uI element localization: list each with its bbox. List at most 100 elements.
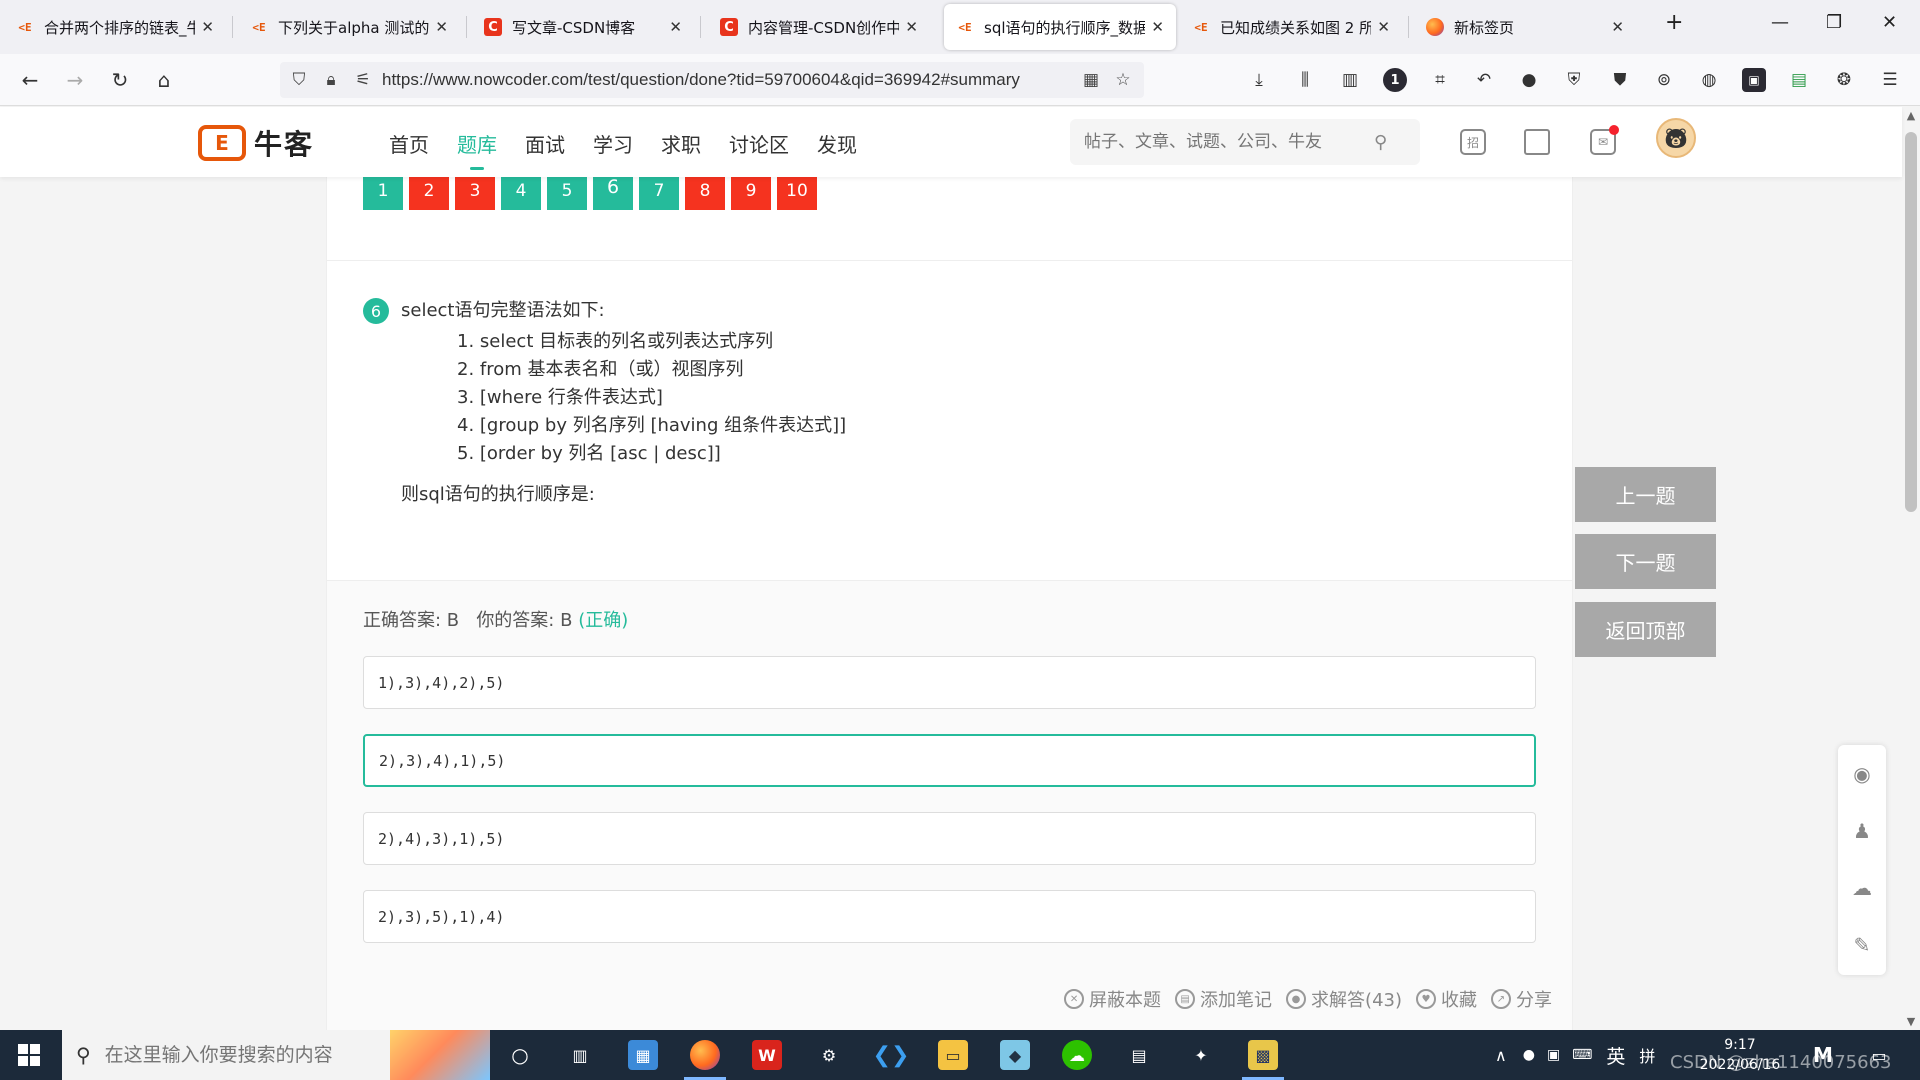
- crop-icon[interactable]: ⌗: [1428, 68, 1452, 92]
- nav-discuss[interactable]: 讨论区: [729, 129, 789, 158]
- settings-gear-icon[interactable]: ⚙: [814, 1040, 844, 1070]
- ask-answer-button[interactable]: ● 求解答(43): [1286, 986, 1402, 1012]
- vscode-icon[interactable]: ❮❯: [873, 1040, 910, 1070]
- address-bar[interactable]: ⛉ 🔒︎ ⚟ https://www.nowcoder.com/test/que…: [280, 62, 1144, 98]
- next-question-button[interactable]: 下一题: [1575, 534, 1716, 589]
- site-search[interactable]: ⚲: [1070, 119, 1420, 165]
- extension-icon[interactable]: ❂: [1832, 68, 1856, 92]
- question-number[interactable]: 2: [409, 172, 449, 210]
- nav-learn[interactable]: 学习: [593, 129, 633, 158]
- menu-icon[interactable]: ☰: [1878, 68, 1902, 92]
- extension-shield-icon[interactable]: ⛊: [1608, 68, 1632, 92]
- lock-icon[interactable]: 🔒︎: [318, 70, 344, 90]
- logo[interactable]: E 牛客: [198, 123, 314, 163]
- option-b-selected[interactable]: 2),3),4),1),5): [363, 734, 1536, 787]
- question-number[interactable]: 7: [639, 172, 679, 210]
- qr-code-icon[interactable]: ▦: [1078, 70, 1104, 90]
- nav-discover[interactable]: 发现: [817, 129, 857, 158]
- prev-question-button[interactable]: 上一题: [1575, 467, 1716, 522]
- taskbar-search-input[interactable]: [104, 1044, 385, 1066]
- firefox-icon[interactable]: [684, 1040, 726, 1080]
- close-icon[interactable]: ✕: [669, 18, 682, 36]
- question-number[interactable]: 1: [363, 172, 403, 210]
- feedback-icon[interactable]: ✎: [1838, 916, 1886, 973]
- nav-home[interactable]: 首页: [389, 129, 429, 158]
- question-number[interactable]: 9: [731, 172, 771, 210]
- question-number[interactable]: 4: [501, 172, 541, 210]
- windows-start-icon[interactable]: [18, 1044, 40, 1066]
- job-icon[interactable]: 招: [1460, 129, 1486, 155]
- extension-shield-icon[interactable]: ⛨: [1562, 68, 1586, 92]
- scroll-down-icon[interactable]: ▼: [1902, 1015, 1920, 1028]
- scrollbar-thumb[interactable]: [1905, 132, 1917, 512]
- forward-arrow-icon[interactable]: →: [61, 66, 89, 94]
- reader-view-icon[interactable]: ▥: [1338, 68, 1362, 92]
- avatar[interactable]: 🐻︎: [1656, 118, 1696, 158]
- question-number[interactable]: 5: [547, 172, 587, 210]
- mail-icon[interactable]: ✉: [1590, 125, 1619, 155]
- tray-app-icon[interactable]: ▣: [1547, 1047, 1560, 1063]
- cortana-icon[interactable]: ○: [505, 1040, 535, 1070]
- minimize-icon[interactable]: —: [1771, 12, 1789, 33]
- extension-icon[interactable]: ⊚: [1652, 68, 1676, 92]
- browser-tab[interactable]: C 内容管理-CSDN创作中心 ✕: [708, 4, 930, 50]
- scroll-up-icon[interactable]: ▲: [1902, 109, 1920, 122]
- taskbar-search[interactable]: ⚲: [62, 1030, 490, 1080]
- qq-icon[interactable]: ♟: [1838, 802, 1886, 859]
- close-icon[interactable]: ✕: [1611, 18, 1624, 36]
- home-icon[interactable]: ⌂: [150, 66, 178, 94]
- library-icon[interactable]: ⫼: [1293, 68, 1317, 92]
- task-view-icon[interactable]: ▥: [565, 1040, 595, 1070]
- page-scrollbar[interactable]: ▲ ▼: [1902, 107, 1920, 1030]
- wechat-icon[interactable]: ☁: [1838, 859, 1886, 916]
- download-icon[interactable]: ⤓: [1247, 68, 1271, 92]
- app-icon[interactable]: ▩: [1242, 1040, 1284, 1080]
- share-button[interactable]: ↗ 分享: [1491, 986, 1552, 1012]
- browser-tab[interactable]: C 写文章-CSDN博客 ✕: [472, 4, 694, 50]
- block-question-button[interactable]: ✕ 屏蔽本题: [1064, 986, 1161, 1012]
- question-number[interactable]: 8: [685, 172, 725, 210]
- close-icon[interactable]: ✕: [1151, 18, 1164, 36]
- window-close-icon[interactable]: ✕: [1882, 12, 1897, 33]
- wechat-icon[interactable]: ☁: [1062, 1040, 1092, 1070]
- back-to-top-button[interactable]: 返回顶部: [1575, 602, 1716, 657]
- option-c[interactable]: 2),4),3),1),5): [363, 812, 1536, 865]
- favorite-button[interactable]: ♥ 收藏: [1416, 986, 1477, 1012]
- close-icon[interactable]: ✕: [201, 18, 214, 36]
- app-icon[interactable]: ▤: [1124, 1040, 1154, 1070]
- add-note-button[interactable]: ▤ 添加笔记: [1175, 986, 1272, 1012]
- search-icon[interactable]: ⚲: [1374, 132, 1387, 153]
- browser-tab[interactable]: <E 下列关于alpha 测试的描 ✕: [238, 4, 460, 50]
- tray-chevron-icon[interactable]: ∧: [1495, 1046, 1507, 1065]
- browser-tab[interactable]: 新标签页 ✕: [1414, 4, 1636, 50]
- ime-mode[interactable]: 英: [1606, 1042, 1625, 1069]
- close-icon[interactable]: ✕: [1377, 18, 1390, 36]
- browser-tab-active[interactable]: <E sql语句的执行顺序_数据 ✕: [944, 4, 1176, 50]
- wps-icon[interactable]: W: [752, 1040, 782, 1070]
- shield-icon[interactable]: ⛉: [286, 70, 312, 90]
- weibo-icon[interactable]: ◉: [1838, 745, 1886, 802]
- file-explorer-icon[interactable]: ▭: [938, 1040, 968, 1070]
- option-a[interactable]: 1),3),4),2),5): [363, 656, 1536, 709]
- browser-tab[interactable]: <E 已知成绩关系如图 2 所示 ✕: [1180, 4, 1402, 50]
- extension-icon[interactable]: ▣: [1742, 68, 1766, 92]
- ime-pinyin[interactable]: 拼: [1639, 1043, 1655, 1067]
- undo-icon[interactable]: ↶: [1472, 68, 1496, 92]
- back-arrow-icon[interactable]: ←: [16, 66, 44, 94]
- keyboard-icon[interactable]: ⌨: [1572, 1047, 1592, 1063]
- bookmark-star-icon[interactable]: ☆: [1110, 70, 1136, 90]
- reload-icon[interactable]: ↻: [106, 66, 134, 94]
- option-d[interactable]: 2),3),5),1),4): [363, 890, 1536, 943]
- permissions-icon[interactable]: ⚟: [350, 70, 376, 90]
- nav-interview[interactable]: 面试: [525, 129, 565, 158]
- new-tab-button[interactable]: +: [1665, 10, 1683, 35]
- nav-question-bank[interactable]: 题库: [457, 129, 497, 170]
- extension-badge-icon[interactable]: 1: [1383, 68, 1407, 92]
- close-icon[interactable]: ✕: [435, 18, 448, 36]
- question-number[interactable]: 3: [455, 172, 495, 210]
- globe-icon[interactable]: ◍: [1697, 68, 1721, 92]
- extension-icon[interactable]: ●: [1517, 68, 1541, 92]
- app-icon[interactable]: ◆: [1000, 1040, 1030, 1070]
- browser-tab[interactable]: <E 合并两个排序的链表_牛客 ✕: [4, 4, 226, 50]
- url-text[interactable]: https://www.nowcoder.com/test/question/d…: [382, 70, 1062, 90]
